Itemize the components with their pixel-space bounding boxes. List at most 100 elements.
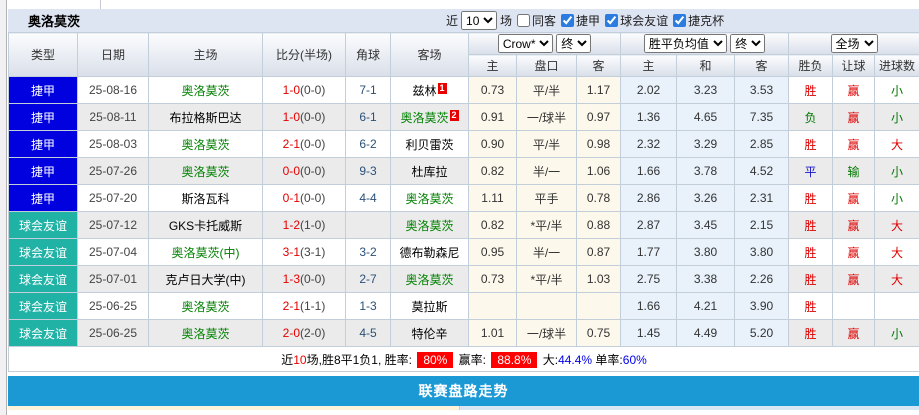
avg-period-select[interactable]: 终 — [730, 34, 766, 53]
result-cell: 胜 — [788, 265, 834, 293]
filter-3[interactable]: 球会友谊 — [605, 12, 668, 29]
fulltime-score: 1-0 — [282, 110, 300, 124]
avg-draw-cell: 3.29 — [676, 130, 736, 158]
fulltime-score: 2-1 — [282, 137, 300, 151]
filter-checkbox[interactable] — [561, 13, 575, 27]
home-team-name: GKS卡托威斯 — [168, 218, 243, 233]
corner-cell: 4-5 — [345, 319, 391, 347]
table-header: 类型 日期 主场 比分(半场) 角球 客场 Crow* 终 胜平负均值 终 全场… — [8, 32, 919, 77]
avg-home-cell: 1.66 — [620, 292, 678, 320]
halftime-score: (0-0) — [300, 164, 326, 178]
title-bar: 奥洛莫茨 近 10 场 同客 捷甲 球会友谊 捷克杯 — [8, 9, 919, 32]
filter-1[interactable]: 同客 — [517, 12, 556, 29]
sub-col-header: 让球 — [832, 54, 876, 77]
stats-panel: 奥洛莫茨 近 10 场 同客 捷甲 球会友谊 捷克杯 类型 日期 主场 比分(半场) … — [7, 0, 919, 410]
handicap-cell: 半/一 — [516, 157, 577, 185]
summary-part: 88.8% — [491, 351, 538, 368]
result-cell: 平 — [788, 157, 834, 185]
match-count-select[interactable]: 10 — [461, 11, 498, 30]
fulltime-score: 1-3 — [282, 272, 300, 286]
score-cell: 2-1(0-0) — [262, 130, 346, 158]
match-history-table: 类型 日期 主场 比分(半场) 角球 客场 Crow* 终 胜平负均值 终 全场… — [7, 32, 919, 372]
fulltime-score: 0-0 — [282, 164, 300, 178]
summary-part: 80% — [417, 351, 454, 368]
date-cell: 25-07-26 — [77, 157, 149, 185]
handicap-cell: 平/半 — [516, 76, 577, 104]
home-team-cell: 斯洛瓦科 — [148, 184, 263, 212]
halftime-score: (1-1) — [300, 299, 326, 313]
fulltime-score: 1-2 — [282, 218, 300, 232]
filter-4[interactable]: 捷克杯 — [673, 12, 724, 29]
handicap-result-cell: 赢 — [832, 211, 876, 239]
avg-draw-cell: 4.21 — [676, 292, 736, 320]
corner-cell: 1-3 — [345, 292, 391, 320]
summary-part: 44.4% — [558, 352, 593, 367]
match-row: 捷甲 25-07-20 斯洛瓦科 0-1(0-0) 4-4 奥洛莫茨 1.11 平手 0.78 2… — [8, 184, 919, 212]
home-odds-cell: 0.90 — [468, 130, 517, 158]
summary-part: 10 — [293, 352, 307, 367]
goals-result-cell: 大 — [874, 130, 919, 158]
avg-home-cell: 1.45 — [620, 319, 678, 347]
home-team-cell: 布拉格斯巴达 — [148, 103, 263, 131]
corner-cell: 7-1 — [345, 76, 391, 104]
summary-part: 60% — [622, 352, 647, 367]
corner-cell: 9-3 — [345, 157, 391, 185]
score-cell: 0-1(0-0) — [262, 184, 346, 212]
filter-checkbox[interactable] — [517, 13, 531, 27]
home-team-name: 奥洛莫茨 — [181, 83, 230, 98]
date-cell: 25-06-25 — [77, 292, 149, 320]
score-cell: 1-0(0-0) — [262, 76, 346, 104]
result-cell: 胜 — [788, 130, 834, 158]
avg-type-select[interactable]: 胜平负均值 — [643, 34, 727, 53]
away-odds-cell: 1.03 — [575, 265, 622, 293]
avg-away-cell: 2.85 — [734, 130, 790, 158]
filter-2[interactable]: 捷甲 — [561, 12, 600, 29]
match-row: 球会友谊 25-07-12 GKS卡托威斯 1-2(1-0) 奥洛莫茨 0.82 *平/半 0… — [8, 211, 919, 239]
avg-home-cell: 1.66 — [620, 157, 678, 185]
filter-label: 捷甲 — [576, 13, 601, 28]
result-cell: 胜 — [788, 76, 834, 104]
away-team-name: 杜库拉 — [411, 164, 448, 179]
fulltime-score: 2-0 — [282, 326, 300, 340]
league-type-cell: 捷甲 — [8, 130, 78, 158]
match-row: 捷甲 25-08-16 奥洛莫茨 1-0(0-0) 7-1 兹林 1 0.73 平/半 1.17 2… — [8, 76, 919, 104]
scope-select[interactable]: 全场 — [830, 34, 878, 53]
bookmaker-select[interactable]: Crow* — [497, 34, 553, 53]
team-title: 奥洛莫茨 — [28, 14, 81, 29]
home-team-cell: 奥洛莫茨(中) — [148, 238, 263, 266]
away-team-name: 奥洛莫茨 — [405, 191, 454, 206]
avg-away-cell: 3.90 — [734, 292, 790, 320]
filter-checkbox[interactable] — [673, 13, 687, 27]
result-cell: 负 — [788, 103, 834, 131]
col-header-home: 主场 — [148, 32, 263, 77]
sub-col-header: 进球数 — [874, 54, 919, 77]
avg-home-cell: 2.75 — [620, 265, 678, 293]
avg-home-cell: 1.77 — [620, 238, 678, 266]
handicap-result-cell: 赢 — [832, 184, 876, 212]
handicap-result-cell: 输 — [832, 157, 876, 185]
home-team-cell: 奥洛莫茨 — [148, 292, 263, 320]
avg-home-cell: 1.36 — [620, 103, 678, 131]
odds-period-select[interactable]: 终 — [556, 34, 592, 53]
halftime-score: (3-1) — [300, 245, 326, 259]
filter-label: 球会友谊 — [620, 13, 669, 28]
next-section-left — [8, 406, 460, 410]
sub-col-header: 客 — [734, 54, 790, 77]
halftime-score: (2-0) — [300, 326, 326, 340]
handicap-result-cell: 赢 — [832, 238, 876, 266]
home-odds-cell: 0.82 — [468, 211, 517, 239]
fulltime-score: 2-1 — [282, 299, 300, 313]
result-cell: 胜 — [788, 211, 834, 239]
goals-result-cell: 小 — [874, 76, 919, 104]
next-section-right — [460, 406, 919, 410]
avg-away-cell: 2.31 — [734, 184, 790, 212]
avg-draw-cell: 4.49 — [676, 319, 736, 347]
avg-group-header: 胜平负均值 终 — [620, 32, 790, 55]
fulltime-score: 3-1 — [282, 245, 300, 259]
filter-controls: 近 10 场 同客 捷甲 球会友谊 捷克杯 — [446, 9, 724, 32]
filter-list: 同客 捷甲 球会友谊 捷克杯 — [512, 12, 724, 30]
away-team-cell: 德布勒森尼 — [390, 238, 469, 266]
filter-checkbox[interactable] — [605, 13, 619, 27]
avg-home-cell: 2.32 — [620, 130, 678, 158]
match-row: 捷甲 25-07-26 奥洛莫茨 0-0(0-0) 9-3 杜库拉 0.82 半/一 1.06 1… — [8, 157, 919, 185]
